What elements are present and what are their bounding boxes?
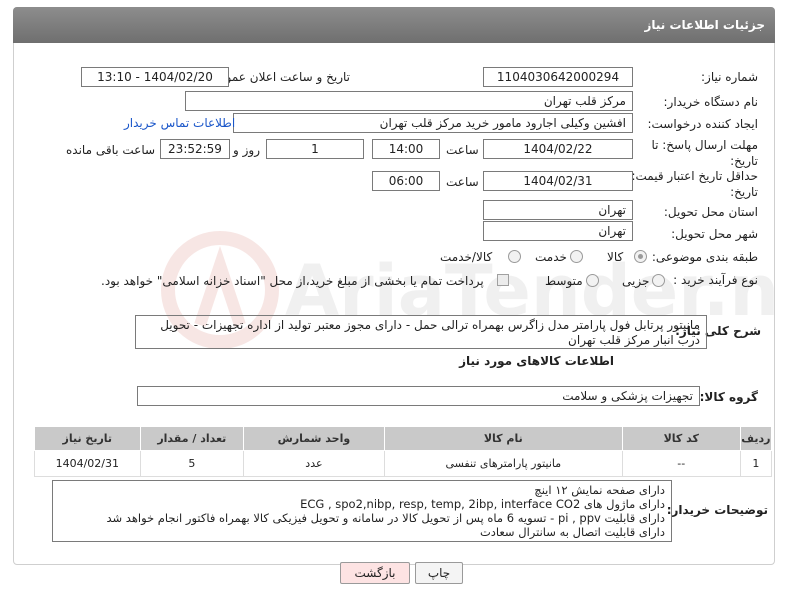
col-row: ردیف <box>739 426 773 451</box>
buyer-notes-label: توضیحات خریدار: <box>666 503 768 517</box>
category-radio-goods[interactable] <box>634 250 647 263</box>
category-radio-service[interactable] <box>570 250 583 263</box>
city-label: شهر محل تحویل: <box>671 227 758 241</box>
cell-code: -- <box>621 450 741 477</box>
cell-name: مانیتور پارامترهای تنفسی <box>383 450 623 477</box>
days-label: روز و <box>233 143 260 157</box>
announce-field: 1404/02/20 - 13:10 <box>81 67 229 87</box>
col-name: نام کالا <box>383 426 623 451</box>
description-textarea[interactable]: مانیتور پرتابل فول پارامتر مدل زاگرس بهم… <box>135 315 707 349</box>
creator-field: افشین وکیلی اجارود مامور خرید مرکز قلب ت… <box>233 113 633 133</box>
cell-row: 1 <box>739 450 773 477</box>
buyer-note-line: دارای قابلیت اتصال به سانترال سعادت <box>479 525 665 539</box>
back-button[interactable]: بازگشت <box>340 562 410 584</box>
process-minor-label: جزیی <box>622 274 650 288</box>
need-number-label: شماره نیاز: <box>701 70 758 84</box>
reply-time-field: 14:00 <box>372 139 440 159</box>
creator-label: ایجاد کننده درخواست: <box>647 117 758 131</box>
category-radio-both[interactable] <box>508 250 521 263</box>
table-header-row: ردیف کد کالا نام کالا واحد شمارش تعداد /… <box>34 426 773 451</box>
process-radio-medium[interactable] <box>586 274 599 287</box>
treasury-checkbox[interactable] <box>497 274 509 286</box>
province-label: استان محل تحویل: <box>663 205 758 219</box>
category-both-label: کالا/خدمت <box>440 250 493 264</box>
validity-date-field: 1404/02/31 <box>483 171 633 191</box>
buyer-note-line: دارای قابلیت pi , ppv - تسویه 6 ماه پس ا… <box>106 511 665 525</box>
goods-section-title: اطلاعات کالاهای مورد نیاز <box>459 354 614 368</box>
category-label: طبقه بندی موضوعی: <box>651 250 758 264</box>
process-radio-minor[interactable] <box>652 274 665 287</box>
cell-date: 1404/02/31 <box>34 450 141 477</box>
print-button[interactable]: چاپ <box>415 562 463 584</box>
process-medium-label: متوسط <box>545 274 583 288</box>
col-date: تاریخ نیاز <box>34 426 141 451</box>
city-field: تهران <box>483 221 633 241</box>
payment-note: پرداخت تمام یا بخشی از مبلغ خرید،از محل … <box>101 274 484 288</box>
validity-time-label: ساعت <box>446 175 479 189</box>
panel-header: جزئیات اطلاعات نیاز <box>13 7 775 43</box>
days-field: 1 <box>266 139 364 159</box>
price-validity-label: حداقل تاریخ اعتبار قیمت: تا تاریخ: <box>620 169 758 199</box>
reply-time-label: ساعت <box>446 143 479 157</box>
category-goods-label: کالا <box>607 250 624 264</box>
cell-unit: عدد <box>243 450 385 477</box>
reply-date-field: 1404/02/22 <box>483 139 633 159</box>
cell-qty: 5 <box>139 450 245 477</box>
table-row[interactable]: 1 -- مانیتور پارامترهای تنفسی عدد 5 1404… <box>34 450 773 477</box>
buyer-notes-box: دارای صفحه نمایش ۱۲ اینچ دارای ماژول های… <box>52 480 672 542</box>
goods-group-field: تجهیزات پزشکی و سلامت <box>137 386 700 406</box>
province-field: تهران <box>483 200 633 220</box>
buyer-org-label: نام دستگاه خریدار: <box>663 95 759 109</box>
col-code: کد کالا <box>621 426 741 451</box>
buyer-note-line: دارای ماژول های ECG , spo2,nibp, resp, t… <box>300 497 665 511</box>
goods-group-label: گروه کالا: <box>699 390 758 404</box>
validity-time-field: 06:00 <box>372 171 440 191</box>
col-unit: واحد شمارش <box>243 426 385 451</box>
remaining-time-field: 23:52:59 <box>160 139 230 159</box>
buyer-note-line: دارای صفحه نمایش ۱۲ اینچ <box>534 483 665 497</box>
buyer-org-field: مرکز قلب تهران <box>185 91 633 111</box>
col-qty: تعداد / مقدار <box>139 426 245 451</box>
process-label: نوع فرآیند خرید : <box>673 273 758 287</box>
category-service-label: خدمت <box>535 250 567 264</box>
buyer-contact-link[interactable]: اطلاعات تماس خریدار <box>124 116 235 130</box>
remaining-label: ساعت باقی مانده <box>66 143 156 157</box>
goods-table: ردیف کد کالا نام کالا واحد شمارش تعداد /… <box>34 426 773 477</box>
need-number-field: 1104030642000294 <box>483 67 633 87</box>
reply-deadline-label: مهلت ارسال پاسخ: تا تاریخ: <box>651 138 758 168</box>
